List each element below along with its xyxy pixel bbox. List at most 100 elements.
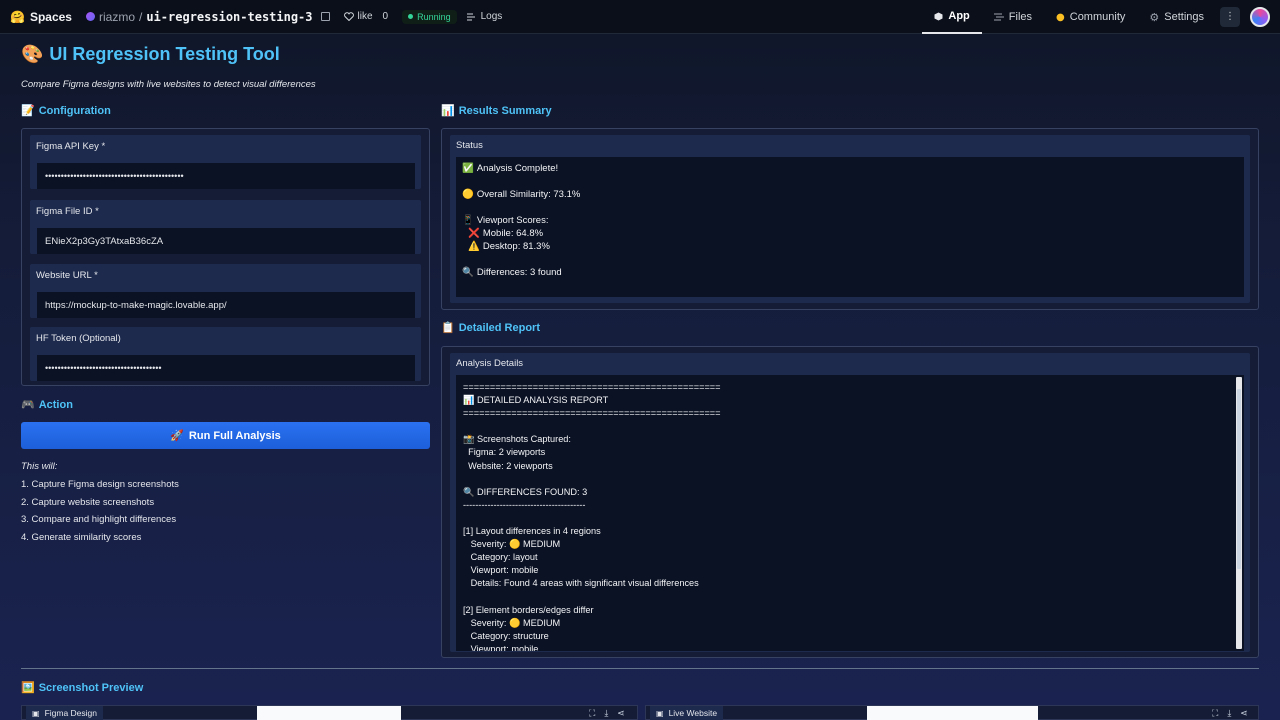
status-textbox[interactable]: ✅ Analysis Complete! 🟡 Overall Similarit… — [456, 157, 1244, 297]
framed-picture-icon: 🖼️ — [21, 681, 35, 694]
website-screenshot-thumbnail[interactable] — [867, 706, 1038, 720]
community-icon: ● — [1056, 11, 1065, 23]
status-block: Status ✅ Analysis Complete! 🟡 Overall Si… — [450, 135, 1250, 303]
share-icon[interactable]: ⋖ — [1240, 708, 1248, 719]
vertical-dots-icon: ⋮ — [1225, 11, 1235, 22]
status-line-viewport-scores: 📱 Viewport Scores: — [462, 215, 548, 226]
report-scrollbar[interactable] — [1236, 377, 1242, 649]
steps-list: 1. Capture Figma design screenshots 2. C… — [21, 479, 179, 550]
results-summary-heading-text: Results Summary — [458, 104, 552, 117]
tab-community-label: Community — [1069, 11, 1126, 23]
repo-separator: / — [139, 9, 143, 24]
top-bar: 🤗 Spaces riazmo / ui-regression-testing-… — [0, 0, 1280, 34]
memo-icon: 📝 — [21, 104, 35, 117]
status-line-desktop: ⚠️ Desktop: 81.3% — [468, 241, 550, 252]
palette-icon: 🎨 — [21, 44, 44, 65]
magnifier-icon: 🔍 — [462, 267, 474, 278]
status-line-text: Overall Similarity: 73.1% — [476, 189, 581, 200]
like-count: 0 — [382, 11, 389, 22]
fullscreen-icon[interactable]: ⛶ — [1212, 708, 1218, 719]
check-mark-icon: ✅ — [462, 163, 474, 174]
running-label: Running — [417, 11, 451, 22]
figma-api-key-label: Figma API Key * — [36, 141, 106, 152]
figma-file-id-field: Figma File ID * ENieX2p3Gy3TAtxaB36cZA — [30, 200, 421, 254]
status-line-mobile: ❌ Mobile: 64.8% — [468, 228, 543, 239]
figma-screenshot-thumbnail[interactable] — [257, 706, 401, 720]
results-summary-panel: Status ✅ Analysis Complete! 🟡 Overall Si… — [441, 128, 1259, 310]
running-dot-icon — [408, 14, 414, 19]
website-url-input[interactable]: https://mockup-to-make-magic.lovable.app… — [37, 292, 415, 318]
live-website-tab[interactable]: ▣ Live Website — [650, 706, 724, 720]
analysis-details-label: Analysis Details — [456, 358, 524, 369]
website-preview-panel: ▣ Live Website ⛶ ⤓ ⋖ — [645, 705, 1259, 720]
image-icon: ▣ — [32, 708, 40, 718]
like-button[interactable]: like 0 — [343, 11, 389, 22]
download-icon[interactable]: ⤓ — [604, 708, 608, 719]
detailed-report-heading: 📋 Detailed Report — [441, 321, 540, 334]
figma-design-tab-label: Figma Design — [44, 708, 97, 718]
running-status-badge: Running — [402, 9, 457, 24]
status-line-complete: ✅ Analysis Complete! — [462, 163, 558, 174]
configuration-heading: 📝 Configuration — [21, 104, 111, 117]
hf-token-input[interactable]: ••••••••••••••••••••••••••••••••••••• — [37, 355, 415, 381]
run-full-analysis-button[interactable]: 🚀 Run Full Analysis — [21, 422, 430, 449]
copy-icon[interactable] — [320, 12, 330, 21]
status-line-text: Mobile: 64.8% — [482, 228, 544, 239]
page-subtitle: Compare Figma designs with live websites… — [21, 79, 316, 90]
spaces-brand[interactable]: 🤗 Spaces — [10, 10, 72, 24]
logs-label: Logs — [480, 11, 503, 22]
detailed-report-panel: Analysis Details =======================… — [441, 346, 1259, 658]
tab-app-label: App — [948, 10, 970, 22]
brand-label: Spaces — [29, 9, 72, 24]
website-url-label: Website URL * — [36, 270, 98, 281]
tab-app[interactable]: App — [922, 0, 982, 34]
status-line-text: Differences: 3 found — [476, 267, 562, 278]
bar-chart-icon: 📊 — [441, 104, 455, 117]
status-line-similarity: 🟡 Overall Similarity: 73.1% — [462, 189, 580, 200]
figma-preview-panel: ▣ Figma Design ⛶ ⤓ ⋖ — [21, 705, 638, 720]
tab-files[interactable]: Files — [982, 0, 1044, 34]
action-heading: 🎮 Action — [21, 398, 73, 411]
heart-icon — [343, 12, 354, 21]
status-line-text: Viewport Scores: — [476, 215, 549, 226]
list-item: 3. Compare and highlight differences — [21, 514, 177, 526]
report-scrollbar-thumb[interactable] — [1237, 389, 1241, 569]
list-item: 4. Generate similarity scores — [21, 532, 142, 544]
space-nav: App Files ● Community ⚙ Settings ⋮ — [922, 0, 1270, 34]
hf-token-label: HF Token (Optional) — [36, 333, 121, 344]
action-heading-text: Action — [38, 398, 73, 411]
rocket-icon: 🚀 — [170, 429, 184, 442]
download-icon[interactable]: ⤓ — [1227, 708, 1231, 719]
list-item: 1. Capture Figma design screenshots — [21, 479, 179, 490]
figma-design-tab[interactable]: ▣ Figma Design — [26, 706, 103, 720]
user-avatar[interactable] — [1250, 7, 1270, 27]
fullscreen-icon[interactable]: ⛶ — [589, 708, 595, 719]
repo-breadcrumb: riazmo / ui-regression-testing-3 — [85, 9, 330, 24]
tab-settings-label: Settings — [1164, 11, 1204, 23]
game-controller-icon: 🎮 — [21, 398, 35, 411]
tab-community[interactable]: ● Community — [1044, 0, 1137, 34]
status-label: Status — [456, 140, 483, 151]
repo-owner-link[interactable]: riazmo — [99, 10, 135, 24]
analysis-details-textbox[interactable]: ========================================… — [456, 375, 1244, 651]
figma-file-id-input[interactable]: ENieX2p3Gy3TAtxaB36cZA — [37, 228, 415, 254]
section-divider — [21, 668, 1259, 669]
configuration-heading-text: Configuration — [38, 104, 111, 117]
status-line-text: Desktop: 81.3% — [482, 241, 550, 252]
figma-api-key-field: Figma API Key * ••••••••••••••••••••••••… — [30, 135, 421, 189]
tab-settings[interactable]: ⚙ Settings — [1137, 0, 1216, 34]
figma-api-key-input[interactable]: ••••••••••••••••••••••••••••••••••••••••… — [37, 163, 415, 189]
screenshot-preview-heading: 🖼️ Screenshot Preview — [21, 681, 143, 694]
like-label: like — [357, 11, 373, 22]
results-summary-heading: 📊 Results Summary — [441, 104, 552, 117]
logs-button[interactable]: Logs — [466, 11, 503, 22]
status-line-text: Analysis Complete! — [476, 163, 559, 174]
hugging-face-logo-icon: 🤗 — [10, 9, 25, 24]
analysis-details-block: Analysis Details =======================… — [450, 353, 1250, 652]
cross-mark-icon: ❌ — [468, 228, 480, 239]
logs-icon — [466, 13, 475, 20]
repo-name-link[interactable]: ui-regression-testing-3 — [146, 10, 312, 24]
share-icon[interactable]: ⋖ — [617, 708, 625, 719]
more-options-button[interactable]: ⋮ — [1220, 7, 1240, 27]
live-website-tab-label: Live Website — [668, 708, 718, 718]
